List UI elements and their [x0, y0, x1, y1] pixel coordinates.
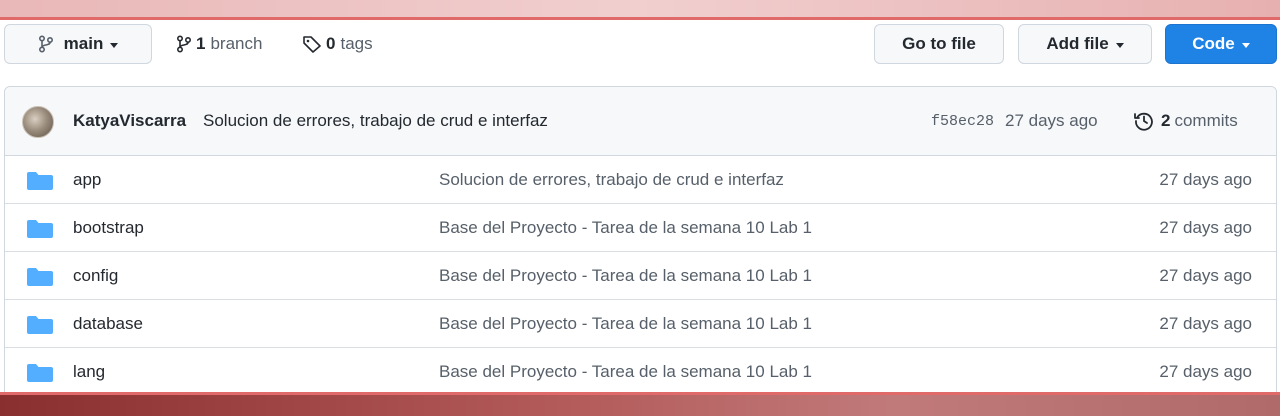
folder-icon — [27, 364, 53, 382]
file-row[interactable]: database Base del Proyecto - Tarea de la… — [5, 300, 1276, 348]
file-row[interactable]: app Solucion de errores, trabajo de crud… — [5, 156, 1276, 204]
avatar[interactable] — [22, 106, 54, 138]
file-age: 27 days ago — [1159, 361, 1252, 381]
tag-icon — [302, 35, 322, 53]
bottom-frame-border — [0, 392, 1280, 416]
add-file-label: Add file — [1046, 34, 1109, 53]
folder-icon — [27, 172, 53, 190]
commit-sha[interactable]: f58ec28 — [931, 113, 994, 130]
chevron-down-icon — [1115, 42, 1124, 48]
file-age: 27 days ago — [1159, 265, 1252, 285]
folder-icon — [27, 316, 53, 334]
file-row[interactable]: config Base del Proyecto - Tarea de la s… — [5, 252, 1276, 300]
chevron-down-icon — [110, 42, 119, 48]
branch-name: main — [63, 34, 104, 53]
file-name[interactable]: database — [73, 314, 143, 334]
commit-word: commits — [1174, 111, 1238, 130]
file-name[interactable]: lang — [73, 362, 105, 382]
folder-icon — [27, 220, 53, 238]
commits-link[interactable]: 2 commits — [1133, 110, 1238, 132]
latest-commit-bar: KatyaViscarra Solucion de errores, traba… — [5, 87, 1276, 156]
file-commit-message[interactable]: Base del Proyecto - Tarea de la semana 1… — [439, 266, 812, 286]
branch-icon — [38, 35, 54, 53]
go-to-file-label: Go to file — [902, 34, 976, 53]
file-row[interactable]: bootstrap Base del Proyecto - Tarea de l… — [5, 204, 1276, 252]
branches-link[interactable]: 1 branch — [176, 24, 262, 64]
go-to-file-button[interactable]: Go to file — [874, 24, 1004, 64]
commit-author[interactable]: KatyaViscarra — [73, 111, 186, 131]
file-row[interactable]: lang Base del Proyecto - Tarea de la sem… — [5, 348, 1276, 395]
file-commit-message[interactable]: Solucion de errores, trabajo de crud e i… — [439, 170, 784, 190]
commit-message[interactable]: Solucion de errores, trabajo de crud e i… — [203, 111, 548, 131]
file-commit-message[interactable]: Base del Proyecto - Tarea de la semana 1… — [439, 362, 812, 382]
branch-select-button[interactable]: main — [4, 24, 152, 64]
file-age: 27 days ago — [1159, 313, 1252, 333]
top-frame-border — [0, 0, 1280, 20]
branch-icon — [176, 35, 192, 53]
file-name[interactable]: config — [73, 266, 118, 286]
file-name[interactable]: app — [73, 170, 101, 190]
file-commit-message[interactable]: Base del Proyecto - Tarea de la semana 1… — [439, 218, 812, 238]
folder-icon — [27, 268, 53, 286]
commit-age: 27 days ago — [1005, 111, 1098, 130]
tag-count: 0 — [326, 34, 336, 53]
file-browser: KatyaViscarra Solucion de errores, traba… — [4, 86, 1277, 406]
file-age: 27 days ago — [1159, 217, 1252, 237]
chevron-down-icon — [1241, 42, 1250, 48]
branch-count: 1 — [196, 34, 206, 53]
code-button[interactable]: Code — [1165, 24, 1277, 64]
commit-count: 2 — [1161, 111, 1171, 130]
history-icon — [1133, 110, 1155, 132]
file-name[interactable]: bootstrap — [73, 218, 144, 238]
branch-word: branch — [210, 34, 263, 53]
add-file-button[interactable]: Add file — [1018, 24, 1152, 64]
tag-word: tags — [340, 34, 373, 53]
file-commit-message[interactable]: Base del Proyecto - Tarea de la semana 1… — [439, 314, 812, 334]
code-label: Code — [1192, 34, 1235, 53]
file-age: 27 days ago — [1159, 169, 1252, 189]
tags-link[interactable]: 0 tags — [302, 24, 373, 64]
